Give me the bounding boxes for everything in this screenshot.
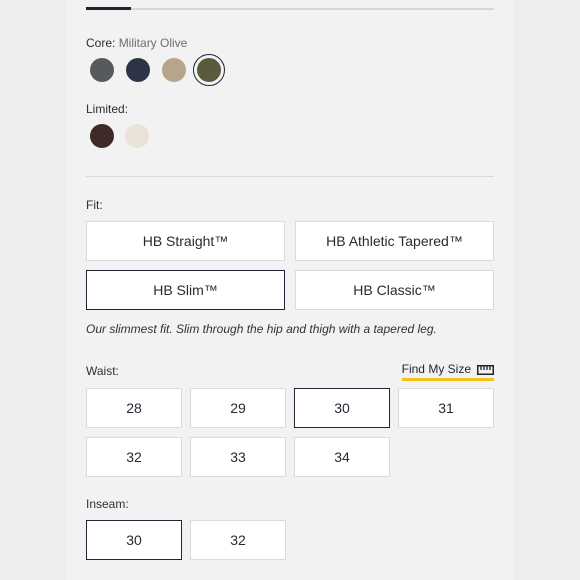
- limited-color-label: Limited:: [86, 102, 129, 116]
- progress-track: [86, 7, 494, 10]
- core-selected-name: Military Olive: [118, 36, 188, 50]
- fit-option-hb-classic[interactable]: HB Classic™: [295, 270, 494, 310]
- fit-option-hb-slim[interactable]: HB Slim™: [86, 270, 285, 310]
- swatch-navy[interactable]: [126, 58, 150, 82]
- waist-option-34[interactable]: 34: [294, 437, 390, 477]
- core-label-text: Core:: [86, 36, 116, 50]
- swatch-khaki[interactable]: [162, 58, 186, 82]
- waist-option-29[interactable]: 29: [190, 388, 286, 428]
- find-my-size-text: Find My Size: [401, 362, 471, 376]
- fit-option-hb-straight[interactable]: HB Straight™: [86, 221, 285, 261]
- ruler-icon: [477, 364, 494, 375]
- find-my-size-link[interactable]: Find My Size: [401, 362, 494, 381]
- waist-option-28[interactable]: 28: [86, 388, 182, 428]
- section-divider: [86, 176, 494, 177]
- swatch-charcoal[interactable]: [90, 58, 114, 82]
- inseam-label: Inseam:: [86, 497, 129, 511]
- inseam-option-32[interactable]: 32: [190, 520, 286, 560]
- inseam-option-30[interactable]: 30: [86, 520, 182, 560]
- fit-description: Our slimmest fit. Slim through the hip a…: [86, 322, 437, 336]
- waist-option-30[interactable]: 30: [294, 388, 390, 428]
- waist-option-33[interactable]: 33: [190, 437, 286, 477]
- progress-fill: [86, 7, 131, 10]
- fit-option-hb-athletic-tapered[interactable]: HB Athletic Tapered™: [295, 221, 494, 261]
- swatch-dark-brown[interactable]: [90, 124, 114, 148]
- fit-label: Fit:: [86, 198, 103, 212]
- swatch-military-olive[interactable]: [193, 54, 225, 86]
- waist-option-31[interactable]: 31: [398, 388, 494, 428]
- waist-option-32[interactable]: 32: [86, 437, 182, 477]
- core-color-label: Core: Military Olive: [86, 36, 187, 50]
- waist-label: Waist:: [86, 364, 119, 378]
- swatch-cream[interactable]: [125, 124, 149, 148]
